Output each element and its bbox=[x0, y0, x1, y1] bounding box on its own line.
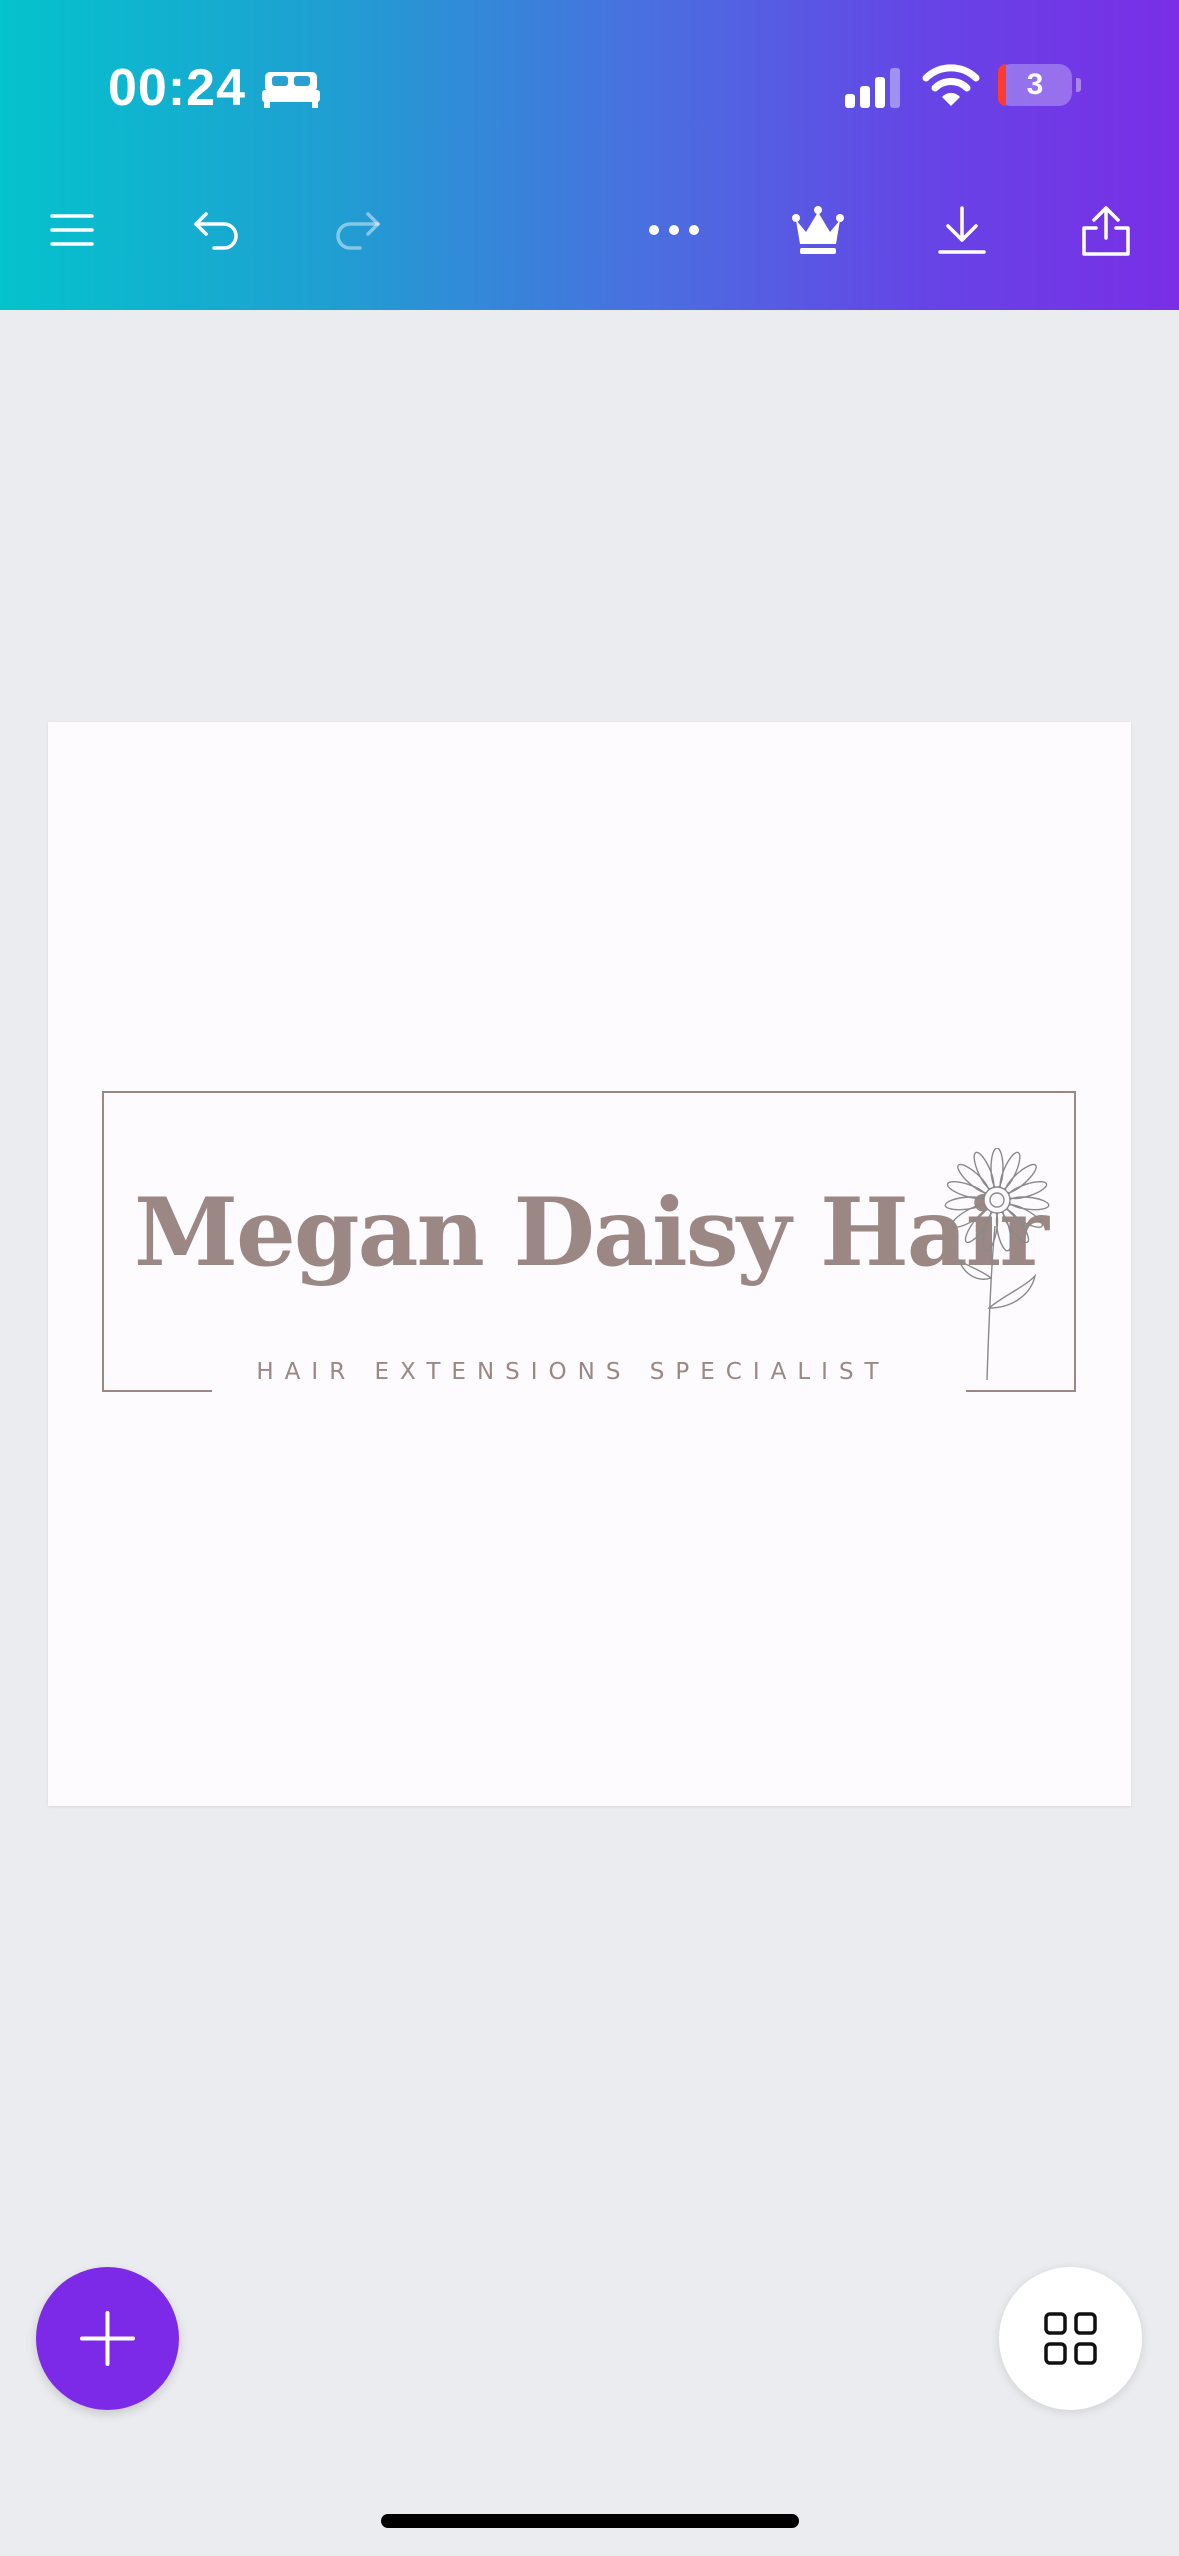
redo-icon bbox=[336, 212, 380, 250]
add-button[interactable] bbox=[36, 2267, 179, 2410]
menu-icon bbox=[50, 214, 94, 246]
undo-icon bbox=[194, 212, 238, 250]
battery-cap bbox=[1076, 78, 1081, 92]
share-icon bbox=[1082, 206, 1130, 256]
top-toolbar: 00:24 3 bbox=[0, 0, 1179, 310]
download-button[interactable] bbox=[934, 202, 990, 258]
more-button[interactable] bbox=[646, 202, 702, 258]
download-icon bbox=[938, 206, 986, 254]
pages-button[interactable] bbox=[999, 2267, 1142, 2410]
menu-button[interactable] bbox=[44, 202, 100, 258]
home-indicator[interactable] bbox=[381, 2514, 799, 2528]
daisy-icon[interactable] bbox=[935, 1148, 1060, 1383]
plus-icon bbox=[80, 2311, 135, 2366]
bed-icon bbox=[262, 72, 320, 108]
undo-button[interactable] bbox=[188, 202, 244, 258]
logo-title[interactable]: Megan Daisy Hair bbox=[134, 1178, 1049, 1288]
wifi-icon bbox=[922, 64, 980, 106]
grid-icon bbox=[1044, 2312, 1097, 2365]
signal-icon bbox=[845, 68, 900, 108]
redo-button[interactable] bbox=[330, 202, 386, 258]
premium-button[interactable] bbox=[790, 202, 846, 258]
share-button[interactable] bbox=[1078, 202, 1134, 258]
logo-tagline[interactable]: HAIR EXTENSIONS SPECIALIST bbox=[213, 1359, 933, 1385]
battery-icon: 3 bbox=[998, 64, 1072, 106]
battery-level: 3 bbox=[1026, 68, 1044, 101]
more-icon bbox=[649, 225, 699, 235]
status-time: 00:24 bbox=[108, 59, 246, 117]
crown-icon bbox=[792, 206, 844, 254]
